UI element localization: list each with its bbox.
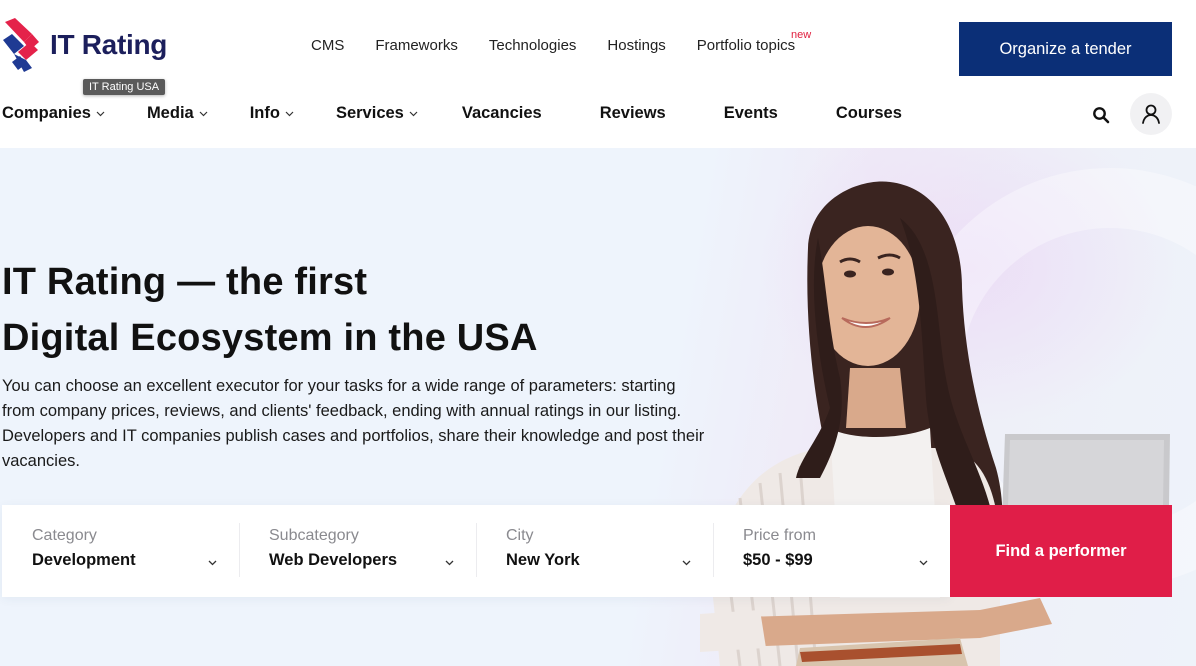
top-nav: CMS Frameworks Technologies Hostings Por… bbox=[311, 29, 826, 54]
field-value: New York bbox=[506, 551, 580, 569]
subcategory-select[interactable]: Subcategory Web Developers bbox=[239, 505, 476, 597]
top-nav-hostings[interactable]: Hostings bbox=[607, 37, 665, 54]
top-nav-label: Portfolio topics bbox=[696, 37, 796, 54]
main-nav-label: Vacancies bbox=[461, 104, 542, 122]
organize-tender-button[interactable]: Organize a tender bbox=[959, 22, 1172, 76]
field-label: Subcategory bbox=[269, 527, 359, 544]
category-select[interactable]: Category Development bbox=[2, 505, 239, 597]
logo-link[interactable]: IT Rating bbox=[2, 16, 167, 74]
chevron-down-icon bbox=[445, 560, 454, 566]
search-icon bbox=[1093, 107, 1110, 124]
top-nav-label: Hostings bbox=[607, 37, 666, 54]
main-nav-media[interactable]: Media bbox=[147, 104, 208, 123]
main-nav-companies[interactable]: Companies bbox=[2, 104, 105, 123]
main-nav-label: Media bbox=[146, 104, 194, 122]
main-nav-courses[interactable]: Courses bbox=[836, 104, 902, 123]
performer-search-form: Category Development Subcategory Web Dev… bbox=[2, 505, 950, 597]
field-label: City bbox=[506, 527, 534, 544]
main-nav-events[interactable]: Events bbox=[724, 104, 778, 123]
search-button[interactable] bbox=[1090, 104, 1112, 126]
main-nav-label: Services bbox=[335, 104, 404, 122]
new-badge: new bbox=[790, 29, 812, 41]
main-nav: Companies Media Info Services Vacancies … bbox=[2, 104, 902, 123]
top-nav-portfolio-topics[interactable]: Portfolio topics new bbox=[696, 29, 811, 54]
top-nav-label: Frameworks bbox=[375, 37, 458, 54]
find-performer-button[interactable]: Find a performer bbox=[950, 505, 1172, 597]
chevron-down-icon bbox=[208, 560, 217, 566]
logo-tooltip: IT Rating USA bbox=[83, 79, 166, 95]
chevron-down-icon bbox=[96, 111, 105, 116]
user-icon bbox=[1142, 104, 1160, 124]
hero-title-line-1: IT Rating — the first bbox=[2, 261, 368, 303]
chevron-down-icon bbox=[409, 111, 418, 116]
site-header: IT Rating IT Rating USA CMS Frameworks T… bbox=[0, 0, 1196, 148]
top-nav-label: Technologies bbox=[488, 37, 577, 54]
main-nav-label: Courses bbox=[835, 104, 902, 122]
user-account-button[interactable] bbox=[1130, 93, 1172, 135]
top-nav-label: CMS bbox=[311, 37, 345, 54]
field-label: Category bbox=[32, 527, 97, 544]
top-nav-technologies[interactable]: Technologies bbox=[489, 37, 577, 54]
main-nav-label: Reviews bbox=[599, 104, 666, 122]
chevron-down-icon bbox=[199, 111, 208, 116]
field-label: Price from bbox=[743, 527, 816, 544]
main-nav-label: Companies bbox=[2, 104, 91, 122]
hero-title: IT Rating — the first Digital Ecosystem … bbox=[2, 254, 538, 366]
price-select[interactable]: Price from $50 - $99 bbox=[713, 505, 950, 597]
logo-text: IT Rating bbox=[50, 29, 168, 60]
field-value: Web Developers bbox=[269, 551, 398, 569]
hero-title-line-2: Digital Ecosystem in the USA bbox=[2, 317, 538, 359]
top-nav-cms[interactable]: CMS bbox=[311, 37, 344, 54]
main-nav-reviews[interactable]: Reviews bbox=[600, 104, 666, 123]
city-select[interactable]: City New York bbox=[476, 505, 713, 597]
main-nav-label: Info bbox=[249, 104, 280, 122]
field-value: $50 - $99 bbox=[743, 551, 813, 569]
chevron-down-icon bbox=[919, 560, 928, 566]
main-nav-label: Events bbox=[723, 104, 778, 122]
chevron-down-icon bbox=[285, 111, 294, 116]
chevron-down-icon bbox=[682, 560, 691, 566]
main-nav-services[interactable]: Services bbox=[336, 104, 418, 123]
hero-description: You can choose an excellent executor for… bbox=[2, 377, 705, 470]
field-value: Development bbox=[32, 551, 136, 569]
main-nav-vacancies[interactable]: Vacancies bbox=[462, 104, 542, 123]
main-nav-info[interactable]: Info bbox=[250, 104, 294, 123]
logo-icon bbox=[3, 18, 39, 72]
top-nav-frameworks[interactable]: Frameworks bbox=[375, 37, 458, 54]
